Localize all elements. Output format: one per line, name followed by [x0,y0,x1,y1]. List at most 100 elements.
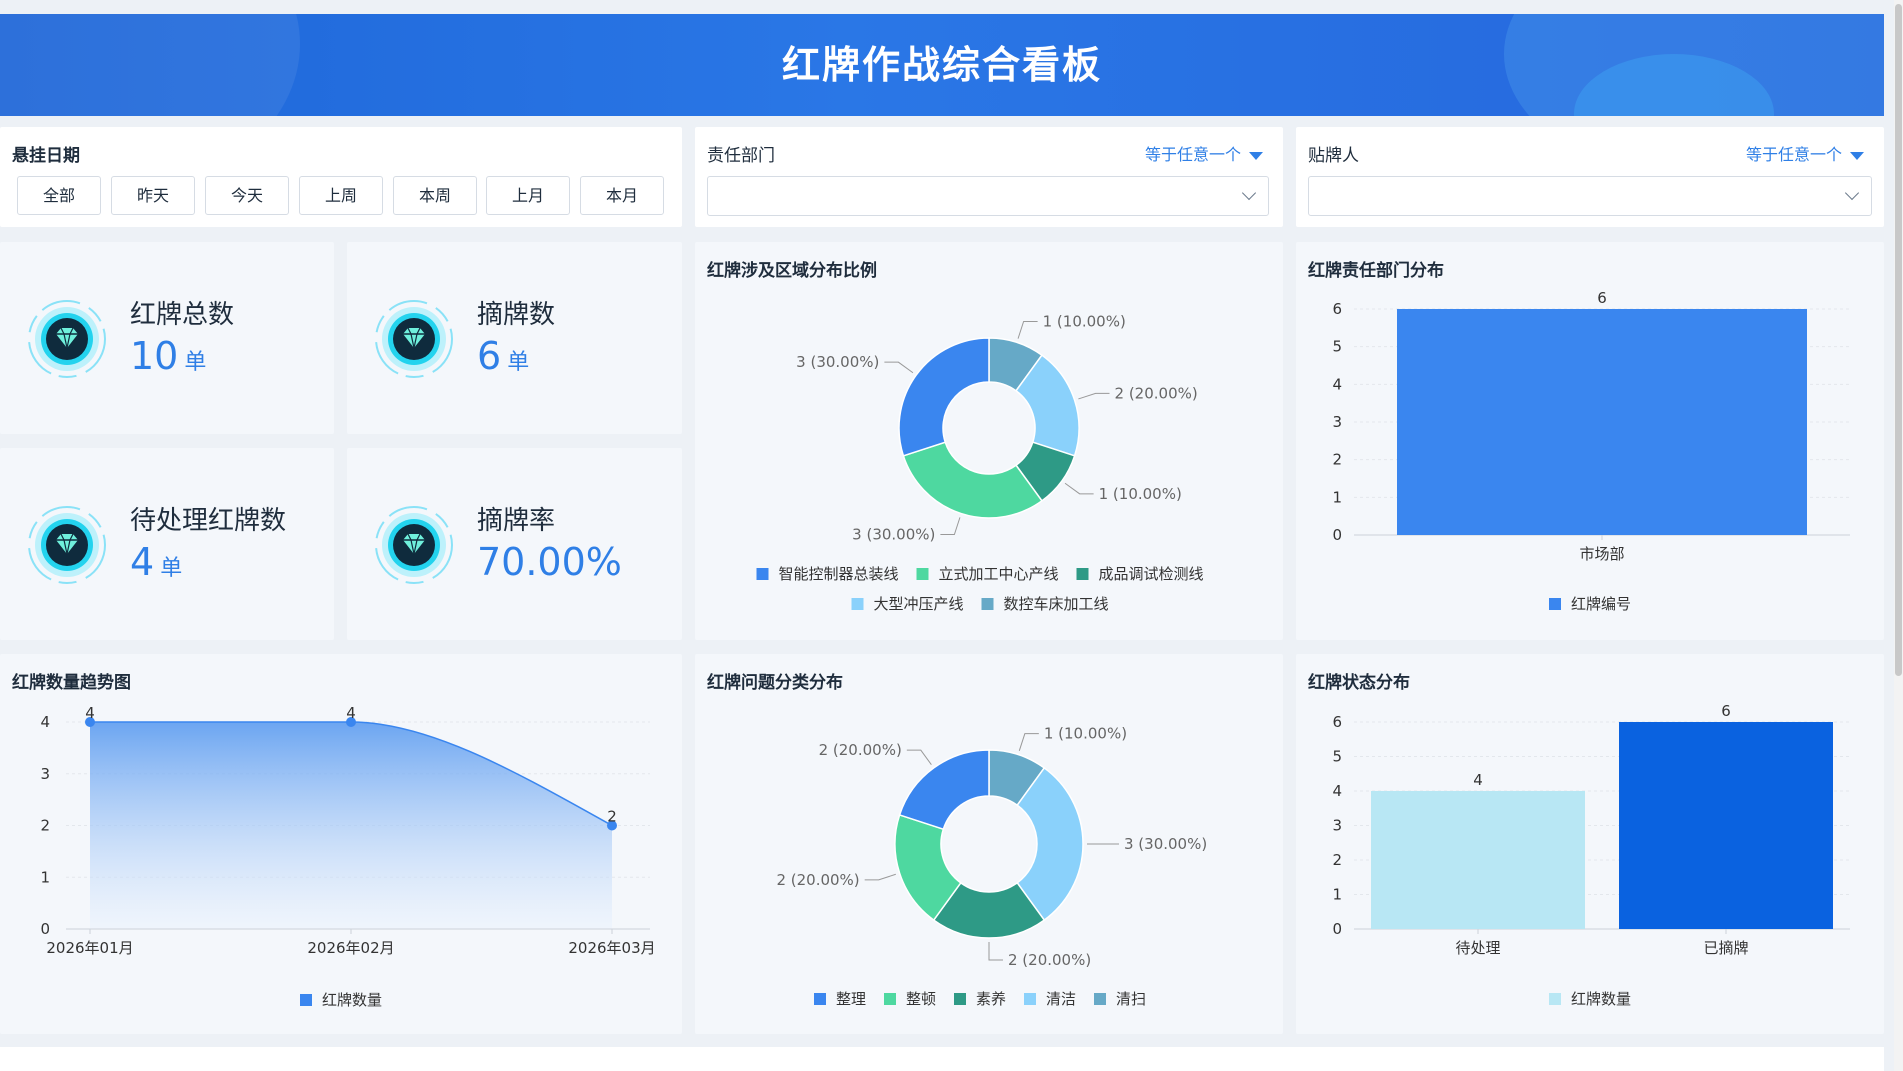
department-select[interactable] [707,176,1269,216]
date-button-last-week[interactable]: 上周 [299,176,383,215]
poster-select[interactable] [1308,176,1872,216]
bar-value-label: 4 [1473,771,1483,789]
date-button-today[interactable]: 今天 [205,176,289,215]
legend-label: 立式加工中心产线 [939,565,1059,583]
dashboard-header: 红牌作战综合看板 [0,14,1884,116]
legend-label: 素养 [976,990,1006,1008]
chevron-down-icon [1241,185,1257,201]
legend-swatch [851,598,864,610]
kpi-label: 摘牌率 [477,506,556,536]
kpi-unit: 单 [160,556,183,581]
legend-label: 整理 [836,990,866,1008]
scrollbar-thumb[interactable] [1895,4,1902,676]
kpi-unit: 单 [507,350,530,375]
x-tick-label: 2026年03月 [568,939,655,957]
x-tick-label: 待处理 [1455,939,1500,957]
y-tick-label: 1 [1332,488,1342,506]
legend-swatch [916,568,929,580]
date-button-this-month[interactable]: 本月 [580,176,664,215]
department-filter-label: 责任部门 [707,146,775,166]
x-tick-label: 已摘牌 [1703,939,1748,957]
donut-slice [902,441,1043,519]
kpi-card-rate: 摘牌率 70.00% [347,448,682,640]
legend-swatch [1076,568,1089,580]
legend-swatch [884,993,896,1005]
legend-label: 清扫 [1116,990,1146,1008]
kpi-number: 70.00% [477,540,622,584]
bottom-panel-edge [0,1047,1884,1071]
poster-filter-mode-text: 等于任意一个 [1745,145,1842,164]
caret-down-icon [1249,151,1263,160]
donut-slice [898,749,990,831]
slice-label: 2 (20.00%) [776,871,859,889]
kpi-unit: 单 [184,350,207,375]
issue-chart-panel: 红牌问题分类分布 1 (10.00%) 3 (30.00%) 2 (20.00%) 2… [695,654,1283,1034]
kpi-label: 红牌总数 [130,300,235,330]
status-chart-panel: 红牌状态分布 0 1 2 3 4 5 6 4 待处理 6 已摘牌 红牌数量 [1296,654,1884,1034]
diamond-icon [28,300,106,378]
slice-label: 2 (20.00%) [1115,384,1198,402]
y-tick-label: 5 [1332,338,1342,356]
legend-swatch [954,993,966,1005]
y-tick-label: 2 [1332,851,1342,869]
kpi-card-total: 红牌总数 10 单 [0,242,334,434]
department-filter-mode[interactable]: 等于任意一个 [1145,141,1263,165]
slice-label: 3 (30.00%) [852,526,935,544]
y-tick-label: 4 [40,713,50,731]
department-filter-panel: 责任部门 等于任意一个 [695,127,1283,227]
y-tick-label: 3 [1332,413,1342,431]
x-tick-label: 2026年02月 [307,939,394,957]
slice-label: 3 (30.00%) [796,353,879,371]
bar [1619,722,1833,929]
label-leader-line [1018,733,1039,751]
y-tick-label: 2 [40,817,50,835]
y-tick-label: 5 [1332,748,1342,766]
label-leader-line [1017,320,1038,339]
diamond-icon [28,506,106,584]
date-button-yesterday[interactable]: 昨天 [111,176,195,215]
region-donut-chart: 1 (10.00%) 2 (20.00%) 1 (10.00%) 3 (30.00%)… [756,312,1204,613]
diamond-icon [375,300,453,378]
y-tick-label: 0 [40,920,50,938]
label-leader-line [906,749,932,766]
trend-chart-panel: 红牌数量趋势图 0 1 2 3 4 4 2026年01月 4 2026年02月 2 2026年03月… [0,654,682,1034]
date-button-this-week[interactable]: 本周 [393,176,477,215]
diamond-icon [375,506,453,584]
kpi-label: 摘牌数 [477,300,556,330]
poster-filter-panel: 贴牌人 等于任意一个 [1296,127,1884,227]
legend-label: 红牌编号 [1571,595,1631,613]
y-tick-label: 3 [40,765,50,783]
legend-label: 智能控制器总装线 [779,565,899,583]
date-button-last-month[interactable]: 上月 [486,176,570,215]
date-filter-label: 悬挂日期 [12,146,80,166]
slice-label: 3 (30.00%) [1124,835,1207,853]
slice-label: 1 (10.00%) [1099,485,1182,503]
bar [1397,309,1807,535]
chevron-down-icon [1844,185,1860,201]
kpi-value: 70.00% [477,540,628,584]
label-leader-line [1064,482,1094,495]
page-title: 红牌作战综合看板 [781,43,1102,87]
poster-filter-mode[interactable]: 等于任意一个 [1746,141,1864,165]
y-tick-label: 0 [1332,526,1342,544]
date-button-all[interactable]: 全部 [17,176,101,215]
kpi-card-removed: 摘牌数 6单 [347,242,682,434]
slice-label: 2 (20.00%) [819,741,902,759]
date-filter-panel: 悬挂日期 全部 昨天 今天 上周 本周 上月 本月 [0,127,682,227]
kpi-card-pending: 待处理红牌数 4单 [0,448,334,640]
kpi-number: 10 [130,334,179,378]
y-tick-label: 3 [1332,817,1342,835]
slice-label: 1 (10.00%) [1044,725,1127,743]
vertical-scrollbar[interactable] [1894,0,1903,1071]
y-tick-label: 1 [1332,886,1342,904]
legend-swatch [1549,993,1561,1005]
bar [1371,791,1585,929]
legend-swatch [756,568,769,580]
kpi-value: 6单 [477,334,529,378]
kpi-number: 6 [477,334,502,378]
legend-swatch [300,994,312,1006]
legend-label: 红牌数量 [1571,990,1631,1008]
y-tick-label: 1 [40,868,50,886]
status-bar-chart: 0 1 2 3 4 5 6 4 待处理 6 已摘牌红牌数量 [1332,702,1850,1008]
x-tick-label: 2026年01月 [46,939,133,957]
